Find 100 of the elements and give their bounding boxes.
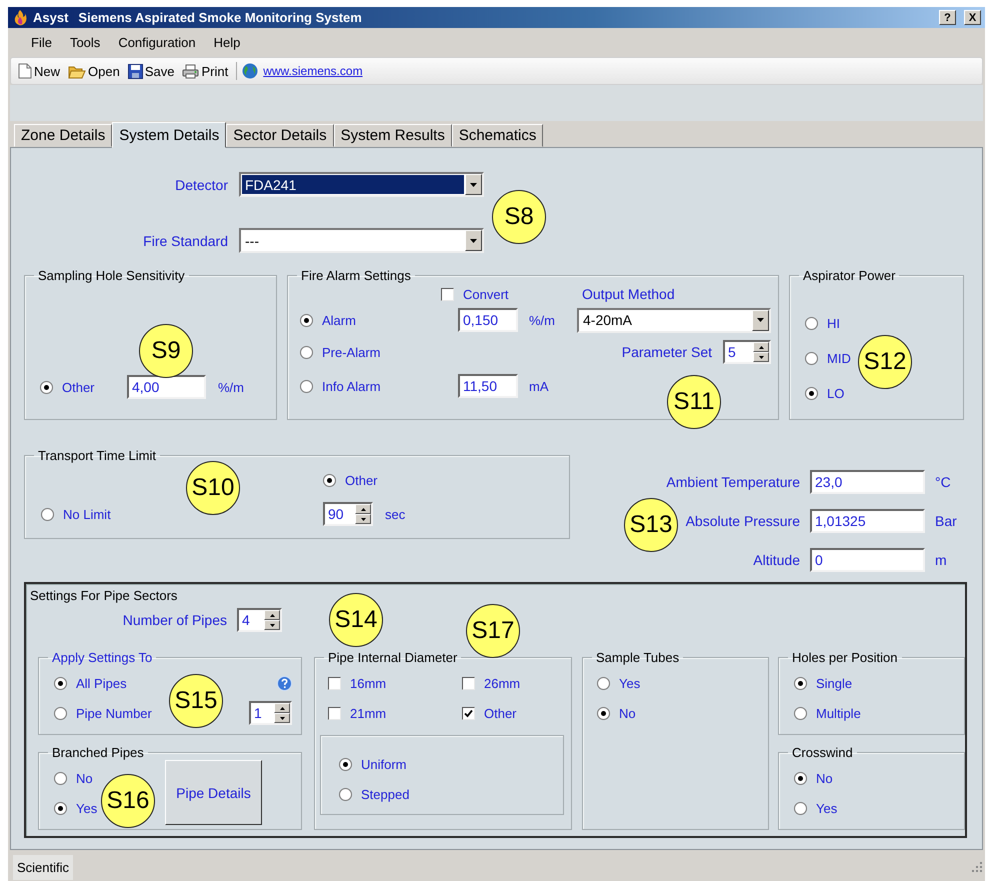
caret-icon bbox=[757, 318, 764, 322]
radio-button[interactable] bbox=[323, 474, 336, 486]
field-label: Number of Pipes bbox=[122, 612, 227, 628]
dropdown[interactable]: FDA241 bbox=[239, 172, 484, 197]
radio-button[interactable] bbox=[339, 758, 352, 770]
close-button[interactable]: X bbox=[964, 10, 981, 25]
unit-label: °C bbox=[935, 474, 952, 490]
radio-button[interactable] bbox=[597, 706, 610, 720]
checkbox-label: 16mm bbox=[350, 676, 386, 690]
radio-button[interactable] bbox=[40, 380, 53, 394]
tab[interactable]: Zone Details bbox=[14, 124, 112, 147]
tab[interactable]: System Results bbox=[334, 124, 452, 147]
field-label: Parameter Set bbox=[622, 344, 712, 360]
group-title: Sample Tubes bbox=[595, 650, 680, 665]
flame-icon bbox=[14, 10, 27, 26]
radio-button[interactable] bbox=[597, 676, 610, 690]
menu-item[interactable]: File bbox=[22, 35, 61, 50]
toolbar-button[interactable]: Open bbox=[65, 64, 123, 78]
group-title: Transport Time Limit bbox=[37, 448, 157, 463]
radio-button[interactable] bbox=[54, 772, 67, 784]
text-field[interactable]: 0,150 bbox=[458, 308, 518, 332]
window-title: Siemens Aspirated Smoke Monitoring System bbox=[78, 10, 362, 25]
radio-label: Pre-Alarm bbox=[322, 344, 381, 360]
checkbox[interactable] bbox=[441, 288, 454, 300]
radio-label: Stepped bbox=[361, 786, 410, 802]
tab[interactable]: Schematics bbox=[452, 124, 544, 147]
radio-button[interactable] bbox=[805, 316, 818, 330]
menu-item[interactable]: Help bbox=[204, 35, 250, 50]
radio-button[interactable] bbox=[300, 314, 313, 326]
radio-button[interactable] bbox=[805, 352, 818, 364]
field-label: Ambient Temperature bbox=[666, 474, 800, 490]
radio-label: Single bbox=[816, 676, 852, 690]
radio-button[interactable] bbox=[794, 706, 807, 720]
unit-label: %/m bbox=[218, 380, 244, 394]
text-field[interactable]: 23,0 bbox=[810, 470, 925, 494]
website-link[interactable]: www.siemens.com bbox=[263, 64, 363, 78]
field-label: Detector bbox=[175, 176, 228, 192]
up-arrow-icon bbox=[360, 508, 366, 510]
text-field[interactable]: 4,00 bbox=[127, 375, 206, 399]
radio-label: Yes bbox=[816, 800, 838, 816]
spin-box[interactable]: 90 bbox=[323, 502, 373, 526]
radio-label: MID bbox=[827, 350, 851, 366]
spin-box[interactable]: 5 bbox=[723, 340, 771, 364]
spin-box[interactable]: 1 bbox=[249, 701, 292, 725]
checkbox[interactable] bbox=[328, 706, 341, 720]
status-text: Scientific bbox=[13, 854, 74, 880]
radio-button[interactable] bbox=[300, 380, 313, 392]
group-title: Sampling Hole Sensitivity bbox=[37, 268, 186, 283]
checkbox[interactable] bbox=[462, 706, 475, 720]
group-title: Branched Pipes bbox=[51, 745, 145, 760]
up-arrow-icon bbox=[280, 706, 284, 710]
help-icon[interactable] bbox=[277, 676, 292, 690]
unit-label: sec bbox=[385, 506, 406, 522]
down-arrow-icon bbox=[360, 518, 366, 520]
radio-button[interactable] bbox=[805, 386, 818, 400]
spin-box[interactable]: 4 bbox=[237, 608, 282, 632]
group-title: Fire Alarm Settings bbox=[300, 268, 412, 283]
radio-button[interactable] bbox=[794, 676, 807, 690]
help-button[interactable]: ? bbox=[939, 10, 956, 25]
group-title: Aspirator Power bbox=[802, 268, 896, 283]
toolbar-button[interactable]: Save bbox=[124, 64, 178, 78]
checkbox[interactable] bbox=[328, 676, 341, 690]
down-arrow-icon bbox=[270, 624, 274, 626]
radio-label: No Limit bbox=[63, 506, 111, 522]
radio-button[interactable] bbox=[54, 676, 67, 690]
checkbox-label: Other bbox=[484, 706, 517, 720]
radio-button[interactable] bbox=[339, 788, 352, 800]
down-arrow-icon bbox=[758, 356, 764, 358]
dropdown[interactable]: --- bbox=[239, 228, 484, 253]
text-field[interactable]: 1,01325 bbox=[810, 509, 925, 533]
radio-label: Yes bbox=[619, 676, 640, 690]
unit-label: m bbox=[935, 552, 948, 568]
unit-label: %/m bbox=[528, 312, 556, 328]
radio-button[interactable] bbox=[794, 802, 807, 814]
toolbar-button[interactable]: New bbox=[15, 63, 64, 79]
menu-item[interactable]: Configuration bbox=[109, 35, 205, 50]
pipe-details-button[interactable]: Pipe Details bbox=[165, 760, 262, 825]
radio-label: No bbox=[816, 770, 833, 786]
radio-label: Multiple bbox=[816, 706, 861, 720]
radio-button[interactable] bbox=[41, 508, 54, 520]
menu-item[interactable]: Tools bbox=[60, 35, 110, 50]
checkbox-label: 21mm bbox=[350, 706, 386, 720]
text-field[interactable]: 0 bbox=[810, 548, 925, 572]
radio-button[interactable] bbox=[54, 802, 67, 814]
checkbox-label: Convert bbox=[463, 286, 509, 302]
radio-label: No bbox=[619, 706, 636, 720]
document-icon bbox=[18, 63, 32, 79]
tab[interactable]: Sector Details bbox=[226, 124, 334, 147]
text-field[interactable]: 11,50 bbox=[458, 374, 518, 398]
radio-button[interactable] bbox=[54, 706, 67, 720]
resize-grip-icon bbox=[972, 862, 982, 872]
toolbar-button[interactable]: Print bbox=[179, 64, 232, 78]
radio-button[interactable] bbox=[794, 772, 807, 784]
unit-label: mA bbox=[528, 378, 550, 394]
radio-button[interactable] bbox=[300, 346, 313, 358]
tab[interactable]: System Details bbox=[112, 122, 226, 148]
group-title: Pipe Internal Diameter bbox=[327, 650, 458, 665]
dropdown[interactable]: 4-20mA bbox=[577, 308, 771, 332]
caret-icon bbox=[470, 182, 477, 186]
checkbox[interactable] bbox=[462, 676, 475, 690]
